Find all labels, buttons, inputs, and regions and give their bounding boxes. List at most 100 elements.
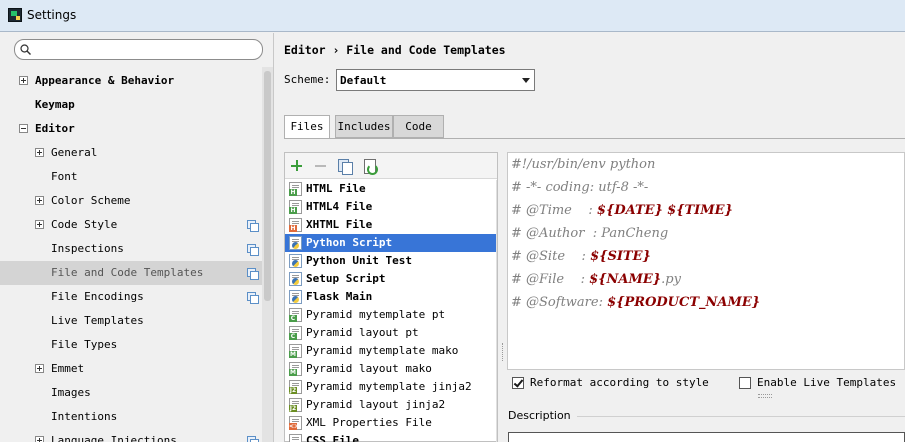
file-type-badge: C <box>289 333 297 340</box>
sidebar-item-keymap[interactable]: Keymap <box>0 93 262 117</box>
sidebar-item-code-style[interactable]: Code Style <box>0 213 262 237</box>
chevron-down-icon <box>522 78 530 83</box>
tab-includes[interactable]: Includes <box>335 115 393 138</box>
project-settings-icon <box>247 244 259 256</box>
sidebar-item-editor[interactable]: Editor <box>0 117 262 141</box>
template-item-xml-properties-file[interactable]: <> XML Properties File <box>285 414 497 432</box>
template-list-panel: H HTML File H HTML4 File H XHTML File Python S… <box>284 152 498 442</box>
template-file-icon <box>289 434 302 442</box>
remove-template-icon[interactable] <box>312 157 330 175</box>
sidebar-item-file-and-code-templates[interactable]: File and Code Templates <box>0 261 262 285</box>
expand-icon[interactable] <box>35 196 44 205</box>
template-item-flask-main[interactable]: Flask Main <box>285 288 497 306</box>
file-type-badge: J2 <box>289 387 297 394</box>
sidebar-item-label: Editor <box>35 122 75 135</box>
template-text: # @Time : <box>511 203 597 218</box>
sidebar-item-inspections[interactable]: Inspections <box>0 237 262 261</box>
add-template-icon[interactable] <box>288 157 306 175</box>
settings-search[interactable] <box>14 39 263 60</box>
splitter-handle[interactable] <box>501 343 505 361</box>
sidebar-item-general[interactable]: General <box>0 141 262 165</box>
project-settings-icon <box>247 292 259 304</box>
template-item-label: Pyramid layout mako <box>306 362 432 375</box>
sidebar-item-label: Font <box>51 170 78 183</box>
python-file-icon <box>289 236 302 250</box>
file-type-badge: H <box>289 189 297 196</box>
project-settings-icon <box>247 220 259 232</box>
template-item-label: HTML4 File <box>306 200 373 213</box>
template-file-icon: J2 <box>289 398 302 412</box>
template-item-label: XHTML File <box>306 218 373 231</box>
sidebar-item-label: File Encodings <box>51 290 144 303</box>
expand-icon[interactable] <box>35 436 44 442</box>
sidebar-item-intentions[interactable]: Intentions <box>0 405 262 429</box>
tab-files[interactable]: Files <box>284 115 330 139</box>
sidebar-item-emmet[interactable]: Emmet <box>0 357 262 381</box>
reset-template-icon[interactable] <box>361 157 379 175</box>
reformat-checkbox[interactable] <box>512 377 524 389</box>
template-text: # @Author : PanCheng <box>511 226 669 241</box>
template-text: # @File : <box>511 272 590 287</box>
collapse-icon[interactable] <box>19 124 28 133</box>
search-icon <box>20 44 31 55</box>
template-variable: ${NAME} <box>589 272 662 287</box>
template-item-pyramid-mytemplate-jinja2[interactable]: J2 Pyramid mytemplate jinja2 <box>285 378 497 396</box>
template-file-icon: H <box>289 182 302 196</box>
reformat-label: Reformat according to style <box>530 376 709 389</box>
template-item-pyramid-mytemplate-mako[interactable]: M Pyramid mytemplate mako <box>285 342 497 360</box>
template-variable: ${TIME} <box>667 203 733 218</box>
template-variable: ${DATE} <box>596 203 663 218</box>
copy-template-icon[interactable] <box>336 157 354 175</box>
sidebar-item-file-encodings[interactable]: File Encodings <box>0 285 262 309</box>
scheme-label: Scheme: <box>284 73 331 86</box>
live-templates-label: Enable Live Templates <box>757 376 897 389</box>
sidebar-item-color-scheme[interactable]: Color Scheme <box>0 189 262 213</box>
template-item-pyramid-layout-pt[interactable]: C Pyramid layout pt <box>285 324 497 342</box>
sidebar-scrollbar[interactable] <box>262 67 273 442</box>
template-item-xhtml-file[interactable]: H XHTML File <box>285 216 497 234</box>
python-file-icon <box>289 290 302 304</box>
template-variable: ${SITE} <box>590 249 651 264</box>
expand-icon[interactable] <box>19 76 28 85</box>
live-templates-checkbox[interactable] <box>739 377 751 389</box>
template-item-setup-script[interactable]: Setup Script <box>285 270 497 288</box>
sidebar-item-live-templates[interactable]: Live Templates <box>0 309 262 333</box>
sidebar-item-font[interactable]: Font <box>0 165 262 189</box>
template-item-label: Pyramid layout jinja2 <box>306 398 446 411</box>
template-item-pyramid-layout-mako[interactable]: M Pyramid layout mako <box>285 360 497 378</box>
description-separator <box>577 416 905 417</box>
sidebar-item-label: Live Templates <box>51 314 144 327</box>
template-list-scrollbar[interactable] <box>496 180 497 442</box>
template-text: .py <box>661 272 681 287</box>
tab-code[interactable]: Code <box>393 115 444 138</box>
template-editor[interactable]: #!/usr/bin/env python # -*- coding: utf-8… <box>507 152 905 370</box>
sidebar-item-label: Keymap <box>35 98 75 111</box>
template-item-python-unit-test[interactable]: Python Unit Test <box>285 252 497 270</box>
template-item-label: Python Unit Test <box>306 254 412 267</box>
description-label: Description <box>508 409 571 422</box>
resize-grip[interactable] <box>758 394 772 398</box>
sidebar-item-language-injections[interactable]: Language Injections <box>0 429 262 442</box>
file-type-badge: C <box>289 315 297 322</box>
template-file-icon: M <box>289 362 302 376</box>
template-item-python-script[interactable]: Python Script <box>285 234 497 252</box>
settings-content: Editor › File and Code Templates Scheme:… <box>275 33 905 442</box>
sidebar-item-label: Inspections <box>51 242 124 255</box>
sidebar-item-images[interactable]: Images <box>0 381 262 405</box>
sidebar-item-file-types[interactable]: File Types <box>0 333 262 357</box>
template-item-html4-file[interactable]: H HTML4 File <box>285 198 497 216</box>
template-variable: ${PRODUCT_NAME} <box>607 295 761 310</box>
sidebar-scroll-thumb[interactable] <box>264 71 271 301</box>
template-item-pyramid-mytemplate-pt[interactable]: C Pyramid mytemplate pt <box>285 306 497 324</box>
template-item-css-file[interactable]: CSS File <box>285 432 497 442</box>
expand-icon[interactable] <box>35 364 44 373</box>
template-item-pyramid-layout-jinja2[interactable]: J2 Pyramid layout jinja2 <box>285 396 497 414</box>
template-item-label: Flask Main <box>306 290 373 303</box>
expand-icon[interactable] <box>35 148 44 157</box>
file-type-badge: J2 <box>289 405 297 412</box>
scheme-dropdown[interactable]: Default <box>336 69 535 91</box>
template-item-html-file[interactable]: H HTML File <box>285 180 497 198</box>
search-input[interactable] <box>35 42 255 57</box>
expand-icon[interactable] <box>35 220 44 229</box>
sidebar-item-appearance-behavior[interactable]: Appearance & Behavior <box>0 69 262 93</box>
